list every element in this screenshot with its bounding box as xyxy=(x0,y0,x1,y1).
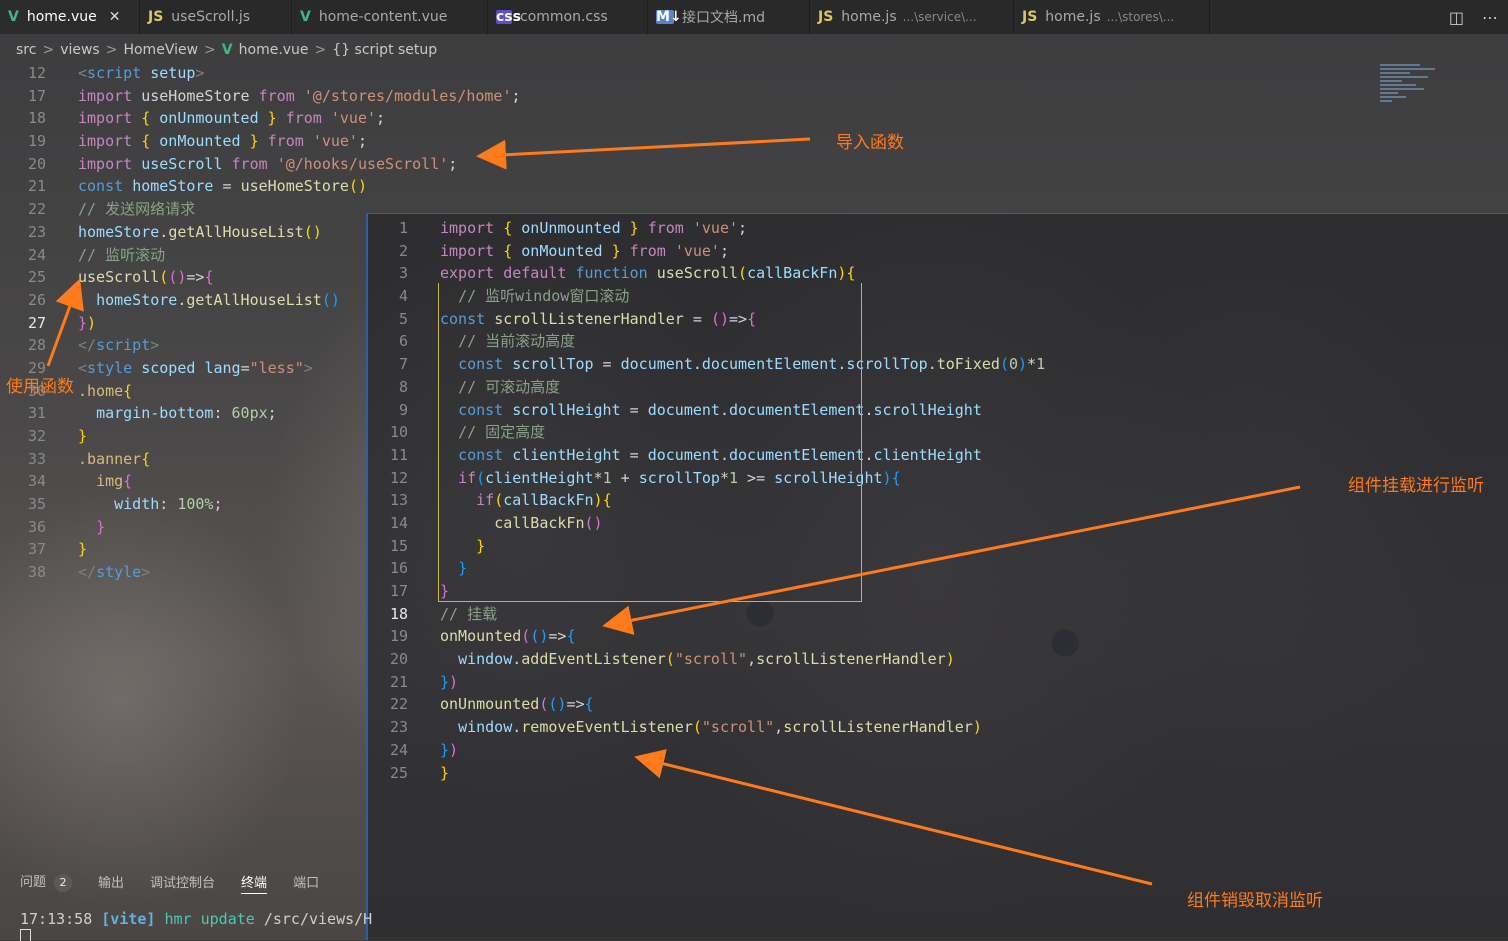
annotation-unmount: 组件销毁取消监听 xyxy=(1187,891,1323,911)
annotation-arrows xyxy=(46,137,1301,886)
arrow-mount xyxy=(602,485,1301,636)
annotation-import: 导入函数 xyxy=(836,133,904,153)
arrow-import xyxy=(476,137,811,170)
arrow-use xyxy=(46,278,84,367)
annotation-mount: 组件挂载进行监听 xyxy=(1348,476,1484,496)
annotation-use: 使用函数 xyxy=(6,377,74,397)
arrow-unmount xyxy=(634,749,1153,886)
